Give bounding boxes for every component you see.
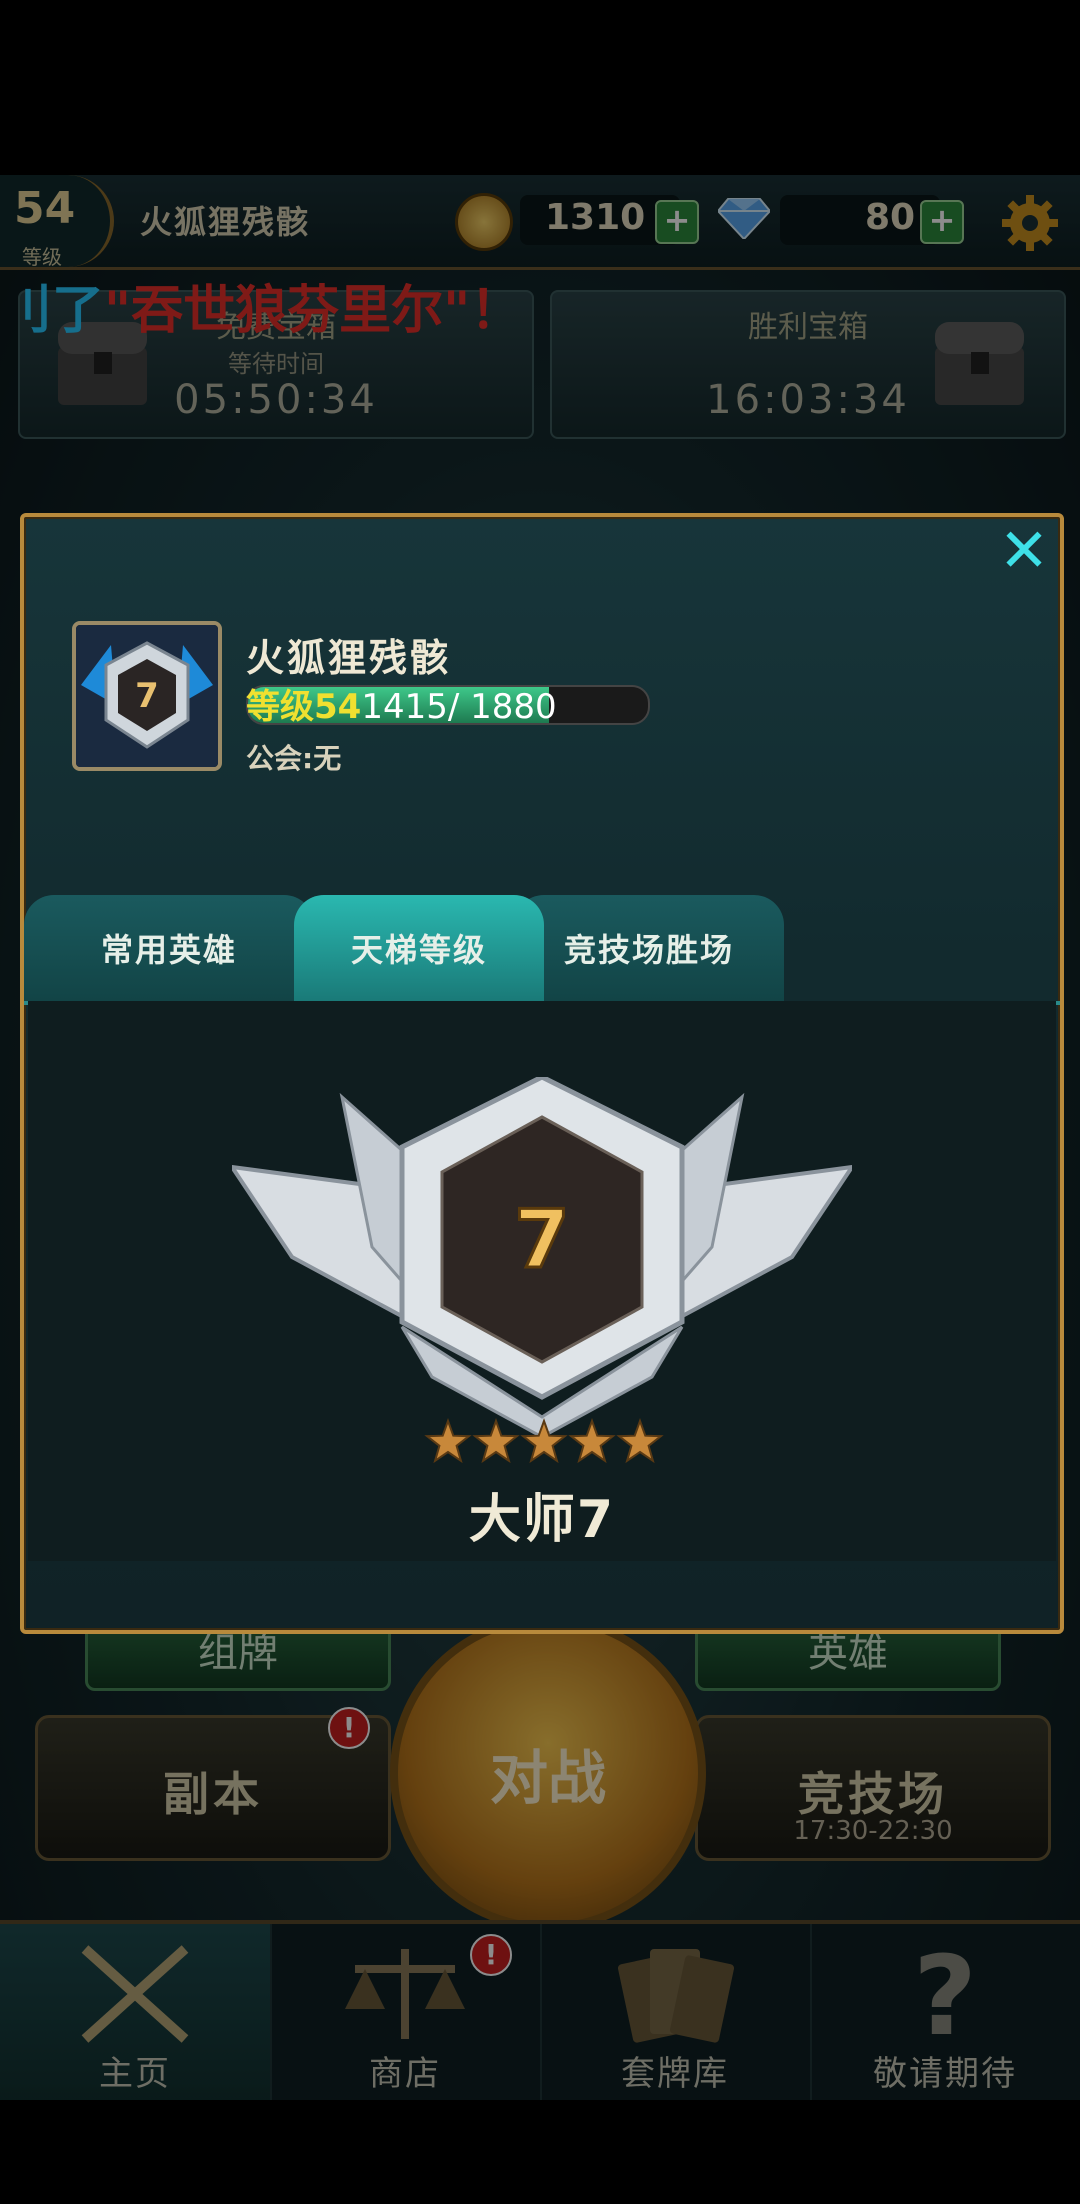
rank-number: 7 — [514, 1193, 570, 1286]
guild-text: 公会:无 — [246, 742, 342, 775]
avatar: 7 — [72, 621, 222, 771]
rank-name: 大师7 — [468, 1490, 616, 1550]
close-icon[interactable]: ✕ — [994, 521, 1054, 581]
profile-modal: ✕ 7 火狐狸残骸 等级541415/ 1880 公会:无 常用英雄 竞技场胜场… — [20, 513, 1064, 1634]
star-icon — [424, 1418, 472, 1464]
master-rank-emblem: 7 — [232, 1077, 852, 1437]
star-icon — [616, 1418, 664, 1464]
xp-text: 1415/ 1880 — [361, 687, 557, 727]
tab-arena-wins[interactable]: 竞技场胜场 — [514, 895, 784, 1001]
star-icon — [520, 1418, 568, 1464]
tab-arena-wins-label: 竞技场胜场 — [563, 931, 734, 969]
profile-name: 火狐狸残骸 — [246, 636, 452, 680]
avatar-rank-number: 7 — [135, 676, 159, 716]
xp-label: 等级541415/ 1880 — [246, 679, 557, 728]
star-icon — [568, 1418, 616, 1464]
rank-badge-small-icon: 7 — [76, 625, 218, 767]
profile-tabs: 常用英雄 竞技场胜场 天梯等级 — [24, 895, 1060, 1005]
tab-ladder-rank[interactable]: 天梯等级 — [294, 895, 544, 1001]
star-icon — [472, 1418, 520, 1464]
tab-frequent-heroes-label: 常用英雄 — [100, 931, 237, 969]
rank-stars — [424, 1418, 664, 1464]
tab-frequent-heroes[interactable]: 常用英雄 — [24, 895, 314, 1001]
level-text: 等级54 — [246, 687, 362, 727]
tab-ladder-rank-label: 天梯等级 — [350, 931, 487, 969]
